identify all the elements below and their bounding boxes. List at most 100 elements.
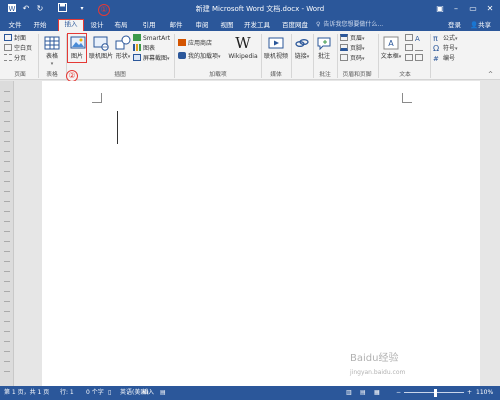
dropcap-icon xyxy=(405,44,413,51)
wikipedia-button[interactable]: W Wikipedia xyxy=(228,35,258,61)
close-icon[interactable]: ✕ xyxy=(483,2,497,15)
shapes-button[interactable]: 形状▾ xyxy=(114,35,132,61)
collapse-ribbon-icon[interactable]: ^ xyxy=(488,71,493,78)
ribbon-tabs: 文件 开始 插入 设计 布局 引用 邮件 审阅 视图 开发工具 百度网盘 ♀ 告诉… xyxy=(0,18,500,32)
document-area[interactable] xyxy=(14,81,500,386)
tab-mailings[interactable]: 邮件 xyxy=(167,19,185,31)
links-button[interactable]: 链接▾ xyxy=(293,35,311,61)
undo-icon[interactable]: ↶ xyxy=(20,3,32,15)
smartart-label: SmartArt xyxy=(143,35,171,42)
macro-icon[interactable]: ▤ xyxy=(160,386,166,400)
my-addins-icon xyxy=(178,52,186,59)
equation-button[interactable]: π 公式▾ xyxy=(433,34,458,43)
my-addins-label: 我的加载项 xyxy=(188,53,219,60)
tab-references[interactable]: 引用 xyxy=(140,19,158,31)
chevron-down-icon: ▾ xyxy=(362,46,365,52)
vertical-ruler[interactable] xyxy=(0,81,14,386)
read-mode-icon[interactable]: ▥ xyxy=(346,386,352,400)
page-count[interactable]: 第 1 页，共 1 页 xyxy=(4,386,49,400)
save-icon[interactable] xyxy=(56,3,68,15)
footer-icon xyxy=(340,44,348,51)
online-picture-label: 联机图片 xyxy=(89,53,114,60)
cover-page-label: 封面 xyxy=(14,35,27,42)
chevron-down-icon: ▾ xyxy=(362,36,365,42)
screenshot-button[interactable]: 屏幕截图▾ xyxy=(133,54,170,63)
online-picture-button[interactable]: 联机图片 xyxy=(89,35,113,61)
tab-review[interactable]: 审阅 xyxy=(193,19,211,31)
group-label-tables: 表格 xyxy=(46,72,58,78)
word-count[interactable]: 0 个字 xyxy=(86,386,104,400)
edit-mode[interactable]: 插入 xyxy=(142,386,154,400)
chevron-down-icon: ▾ xyxy=(455,46,458,52)
equation-icon: π xyxy=(433,34,438,43)
word-icon: W xyxy=(6,3,18,15)
numbering-button[interactable]: # 编号 xyxy=(433,54,455,63)
chart-icon xyxy=(133,44,141,51)
sign-in-link[interactable]: 登录 xyxy=(448,19,461,31)
textbox-icon: A xyxy=(383,35,399,51)
tell-me-placeholder: 告诉我您想要做什么... xyxy=(323,21,384,28)
tab-file[interactable]: 文件 xyxy=(6,19,24,31)
zoom-in-button[interactable]: + xyxy=(467,386,472,400)
group-divider xyxy=(430,34,431,78)
group-divider xyxy=(378,34,379,78)
svg-text:W: W xyxy=(9,5,16,13)
comment-button[interactable]: 批注 xyxy=(315,35,333,61)
header-button[interactable]: 页眉▾ xyxy=(340,34,365,43)
tab-home[interactable]: 开始 xyxy=(30,19,50,31)
page-break-button[interactable]: 分页 xyxy=(4,54,26,63)
text-tools-row-3[interactable] xyxy=(405,54,425,63)
textbox-button[interactable]: A 文本框▾ xyxy=(380,35,402,61)
links-label: 链接 xyxy=(294,53,307,60)
zoom-slider-thumb[interactable] xyxy=(434,389,437,397)
tell-me-search[interactable]: ♀ 告诉我您想要做什么... xyxy=(316,20,420,30)
share-label: 共享 xyxy=(478,21,492,29)
picture-button[interactable]: 图片 xyxy=(67,33,87,63)
cover-page-button[interactable]: 封面 xyxy=(4,34,26,43)
document-page[interactable] xyxy=(42,81,480,386)
symbol-label: 符号 xyxy=(443,45,456,52)
text-tools-row-2[interactable] xyxy=(405,44,425,53)
numbering-label: 编号 xyxy=(443,55,456,62)
chevron-down-icon: ▾ xyxy=(218,54,221,60)
footer-button[interactable]: 页脚▾ xyxy=(340,44,365,53)
wikipedia-label: Wikipedia xyxy=(228,53,258,60)
tab-view[interactable]: 视图 xyxy=(218,19,236,31)
my-addins-button[interactable]: 我的加载项▾ xyxy=(178,52,221,61)
online-video-icon xyxy=(268,35,284,51)
redo-icon[interactable]: ↻ xyxy=(34,3,46,15)
share-button[interactable]: 👤共享 xyxy=(470,19,491,31)
page-number-button[interactable]: 页码▾ xyxy=(340,54,365,63)
tab-baidu-netdisk[interactable]: 百度网盘 xyxy=(280,19,310,31)
tab-layout[interactable]: 布局 xyxy=(112,19,130,31)
chevron-down-icon[interactable]: ▾ xyxy=(76,3,88,15)
line-number: 行: 1 xyxy=(60,389,74,396)
wikipedia-icon: W xyxy=(235,34,251,52)
store-button[interactable]: 应用商店 xyxy=(178,39,212,48)
table-button[interactable]: 表格 ▾ xyxy=(41,35,63,67)
blank-page-button[interactable]: 空白页 xyxy=(4,44,32,53)
maximize-icon[interactable]: ▭ xyxy=(466,2,480,15)
chevron-down-icon: ▾ xyxy=(50,61,54,67)
signature-icon xyxy=(415,44,423,51)
online-picture-icon xyxy=(93,35,109,51)
web-layout-icon[interactable]: ▦ xyxy=(374,386,380,400)
online-video-button[interactable]: 联机视频 xyxy=(263,35,289,61)
window-title: 新建 Microsoft Word 文档.docx - Word xyxy=(195,5,325,13)
tab-developer[interactable]: 开发工具 xyxy=(242,19,272,31)
numbering-icon: # xyxy=(433,55,439,63)
textbox-label: 文本框 xyxy=(380,53,399,60)
smartart-button[interactable]: SmartArt xyxy=(133,34,170,43)
minimize-icon[interactable]: – xyxy=(449,2,463,15)
proofing-icon[interactable]: ▯ xyxy=(108,386,111,400)
zoom-out-button[interactable]: − xyxy=(396,386,401,400)
print-layout-icon[interactable]: ▤ xyxy=(360,386,366,400)
zoom-level[interactable]: 110% xyxy=(476,386,493,400)
lightbulb-icon: ♀ xyxy=(316,21,321,28)
text-tools-row-1[interactable]: A xyxy=(405,34,425,43)
chart-button[interactable]: 图表 xyxy=(133,44,155,53)
ribbon-display-icon[interactable]: ▣ xyxy=(433,2,447,15)
page-break-icon xyxy=(4,54,12,61)
symbol-button[interactable]: Ω 符号▾ xyxy=(433,44,458,53)
tab-design[interactable]: 设计 xyxy=(88,19,106,31)
